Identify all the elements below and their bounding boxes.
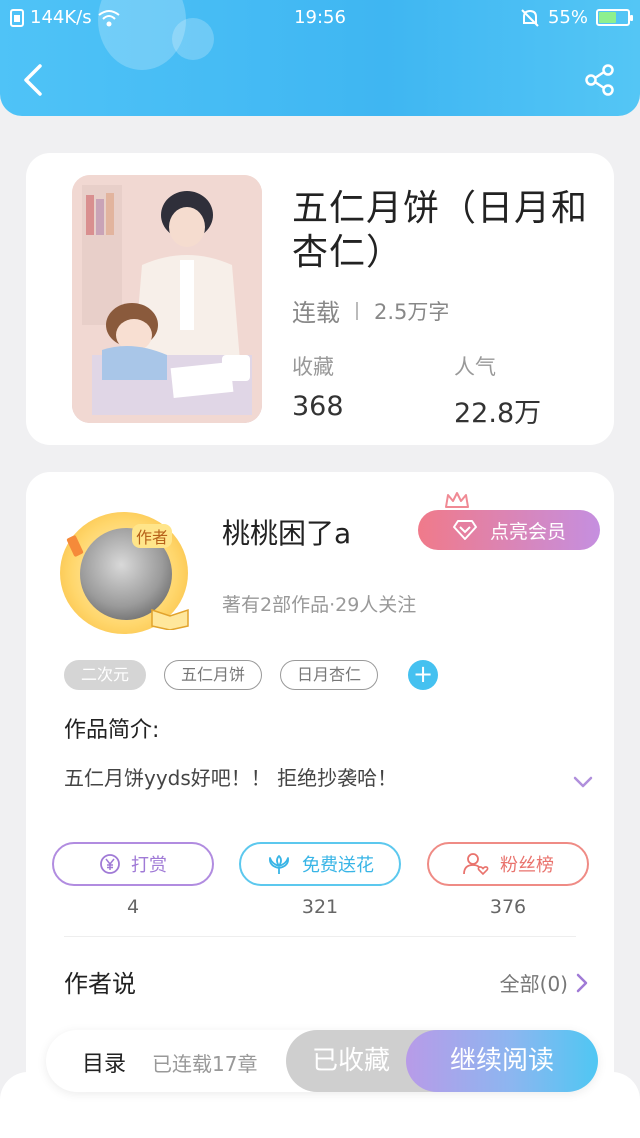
divider bbox=[356, 301, 358, 320]
book-cover[interactable] bbox=[72, 175, 262, 423]
reward-count: 4 bbox=[126, 896, 140, 918]
reward-label: 打赏 bbox=[131, 855, 167, 876]
book-info-card: 五仁月饼（日月和杏仁） 连载 2.5万字 收藏 368 人气 22.8万 bbox=[26, 153, 614, 445]
chapter-count[interactable]: 已连载17章 bbox=[152, 1048, 257, 1077]
chevron-down-icon[interactable] bbox=[572, 774, 594, 790]
yen-coin-icon bbox=[100, 854, 120, 874]
fans-count: 376 bbox=[489, 896, 527, 918]
author-meta: 著有2部作品·29人关注 bbox=[222, 594, 417, 616]
fans-rank-button[interactable]: 粉丝榜 bbox=[427, 842, 589, 886]
mute-bell-icon bbox=[521, 8, 539, 27]
serial-status: 连载 bbox=[292, 299, 340, 327]
toc-button[interactable]: 目录 bbox=[82, 1046, 126, 1078]
back-icon[interactable] bbox=[20, 62, 50, 98]
status-bar: 144K/s 19:56 55% bbox=[0, 0, 640, 36]
diamond-icon bbox=[452, 520, 477, 540]
status-right: 55% bbox=[520, 7, 633, 28]
collect-label: 收藏 bbox=[292, 355, 334, 379]
vip-label: 点亮会员 bbox=[489, 520, 566, 543]
continue-reading-button[interactable]: 继续阅读 bbox=[406, 1030, 598, 1092]
reward-button[interactable]: 打赏 bbox=[52, 842, 214, 886]
word-count: 2.5万字 bbox=[374, 299, 450, 324]
battery-icon bbox=[596, 9, 633, 26]
popularity-value: 22.8万 bbox=[454, 398, 542, 429]
intro-text: 五仁月饼yyds好吧！！ 拒绝抄袭哈！ bbox=[64, 766, 398, 790]
section-divider bbox=[64, 936, 576, 937]
chevron-right-icon bbox=[576, 973, 588, 992]
bottom-action-bar: 目录 已连载17章 已收藏 继续阅读 bbox=[46, 1030, 598, 1092]
user-heart-icon bbox=[463, 853, 489, 876]
intro-label: 作品简介: bbox=[64, 718, 160, 743]
flower-label: 免费送花 bbox=[302, 855, 374, 876]
battery-level bbox=[599, 12, 616, 23]
tag-item[interactable]: 五仁月饼 bbox=[164, 660, 263, 690]
crown-icon bbox=[445, 492, 469, 508]
all-label: 全部(0) bbox=[499, 972, 568, 996]
top-header: 144K/s 19:56 55% bbox=[0, 0, 640, 116]
share-icon[interactable] bbox=[584, 64, 616, 96]
book-status-row: 连载 2.5万字 bbox=[292, 293, 449, 328]
fans-label: 粉丝榜 bbox=[500, 855, 554, 876]
cover-illustration bbox=[72, 175, 262, 423]
flower-icon bbox=[269, 855, 289, 874]
collect-value: 368 bbox=[292, 391, 344, 422]
tag-list: 二次元 五仁月饼 日月杏仁 + bbox=[64, 660, 439, 690]
book-title: 五仁月饼（日月和杏仁） bbox=[292, 188, 589, 273]
battery-percent: 55% bbox=[547, 7, 588, 28]
popularity-label: 人气 bbox=[454, 355, 496, 379]
author-name[interactable]: 桃桃困了a bbox=[222, 512, 351, 552]
author-says-all-link[interactable]: 全部(0) bbox=[500, 968, 588, 997]
author-says-title: 作者说 bbox=[64, 970, 136, 998]
book-icon bbox=[151, 608, 189, 630]
flower-count: 321 bbox=[301, 896, 339, 918]
tag-item[interactable]: 二次元 bbox=[64, 660, 147, 690]
add-tag-button[interactable]: + bbox=[408, 660, 439, 690]
pencil-icon bbox=[66, 535, 84, 557]
tag-item[interactable]: 日月杏仁 bbox=[280, 660, 379, 690]
send-flower-button[interactable]: 免费送花 bbox=[239, 842, 401, 886]
author-avatar[interactable]: 作者 bbox=[54, 512, 208, 636]
vip-button[interactable]: 点亮会员 bbox=[418, 510, 600, 550]
author-badge: 作者 bbox=[132, 524, 173, 548]
